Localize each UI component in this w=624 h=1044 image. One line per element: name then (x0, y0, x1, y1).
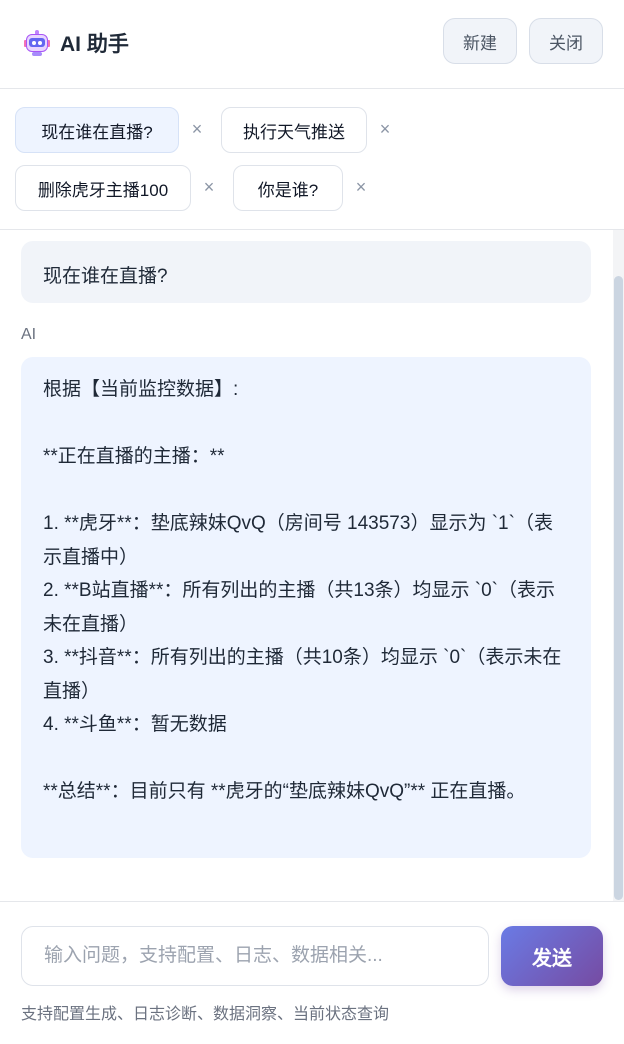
app-title: AI 助手 (60, 33, 129, 56)
chip-question[interactable]: 现在谁在直播? (15, 107, 179, 153)
chip-question[interactable]: 你是谁? (233, 165, 343, 211)
new-chat-button[interactable]: 新建 (443, 18, 517, 64)
brand: AI 助手 (24, 28, 129, 58)
question-input[interactable] (21, 926, 489, 986)
composer-hint: 支持配置生成、日志诊断、数据洞察、当前状态查询 (21, 1006, 390, 1023)
chip-remove-icon[interactable]: × (189, 119, 205, 140)
scrollbar-thumb[interactable] (614, 276, 623, 900)
ai-message: 根据【当前监控数据】: **正在直播的主播：** 1. **虎牙**：垫底辣妹Q… (21, 357, 591, 858)
ai-sender-label: AI (21, 326, 37, 343)
chip-question[interactable]: 执行天气推送 (221, 107, 367, 153)
close-button[interactable]: 关闭 (529, 18, 603, 64)
chip-remove-icon[interactable]: × (377, 119, 393, 140)
send-button[interactable]: 发送 (501, 926, 603, 986)
quick-question-chips: 现在谁在直播? × 执行天气推送 × 删除虎牙主播100 × 你是谁? × (0, 89, 624, 230)
composer: 发送 支持配置生成、日志诊断、数据洞察、当前状态查询 (0, 901, 624, 1044)
scrollbar[interactable] (613, 230, 624, 901)
chip-remove-icon[interactable]: × (201, 177, 217, 198)
chip-question[interactable]: 删除虎牙主播100 (15, 165, 191, 211)
user-message: 现在谁在直播? (21, 241, 591, 303)
robot-icon (24, 30, 50, 56)
message-list[interactable]: 现在谁在直播? AI 根据【当前监控数据】: **正在直播的主播：** 1. *… (0, 230, 624, 901)
header: AI 助手 新建 关闭 (0, 0, 624, 89)
chip-remove-icon[interactable]: × (353, 177, 369, 198)
